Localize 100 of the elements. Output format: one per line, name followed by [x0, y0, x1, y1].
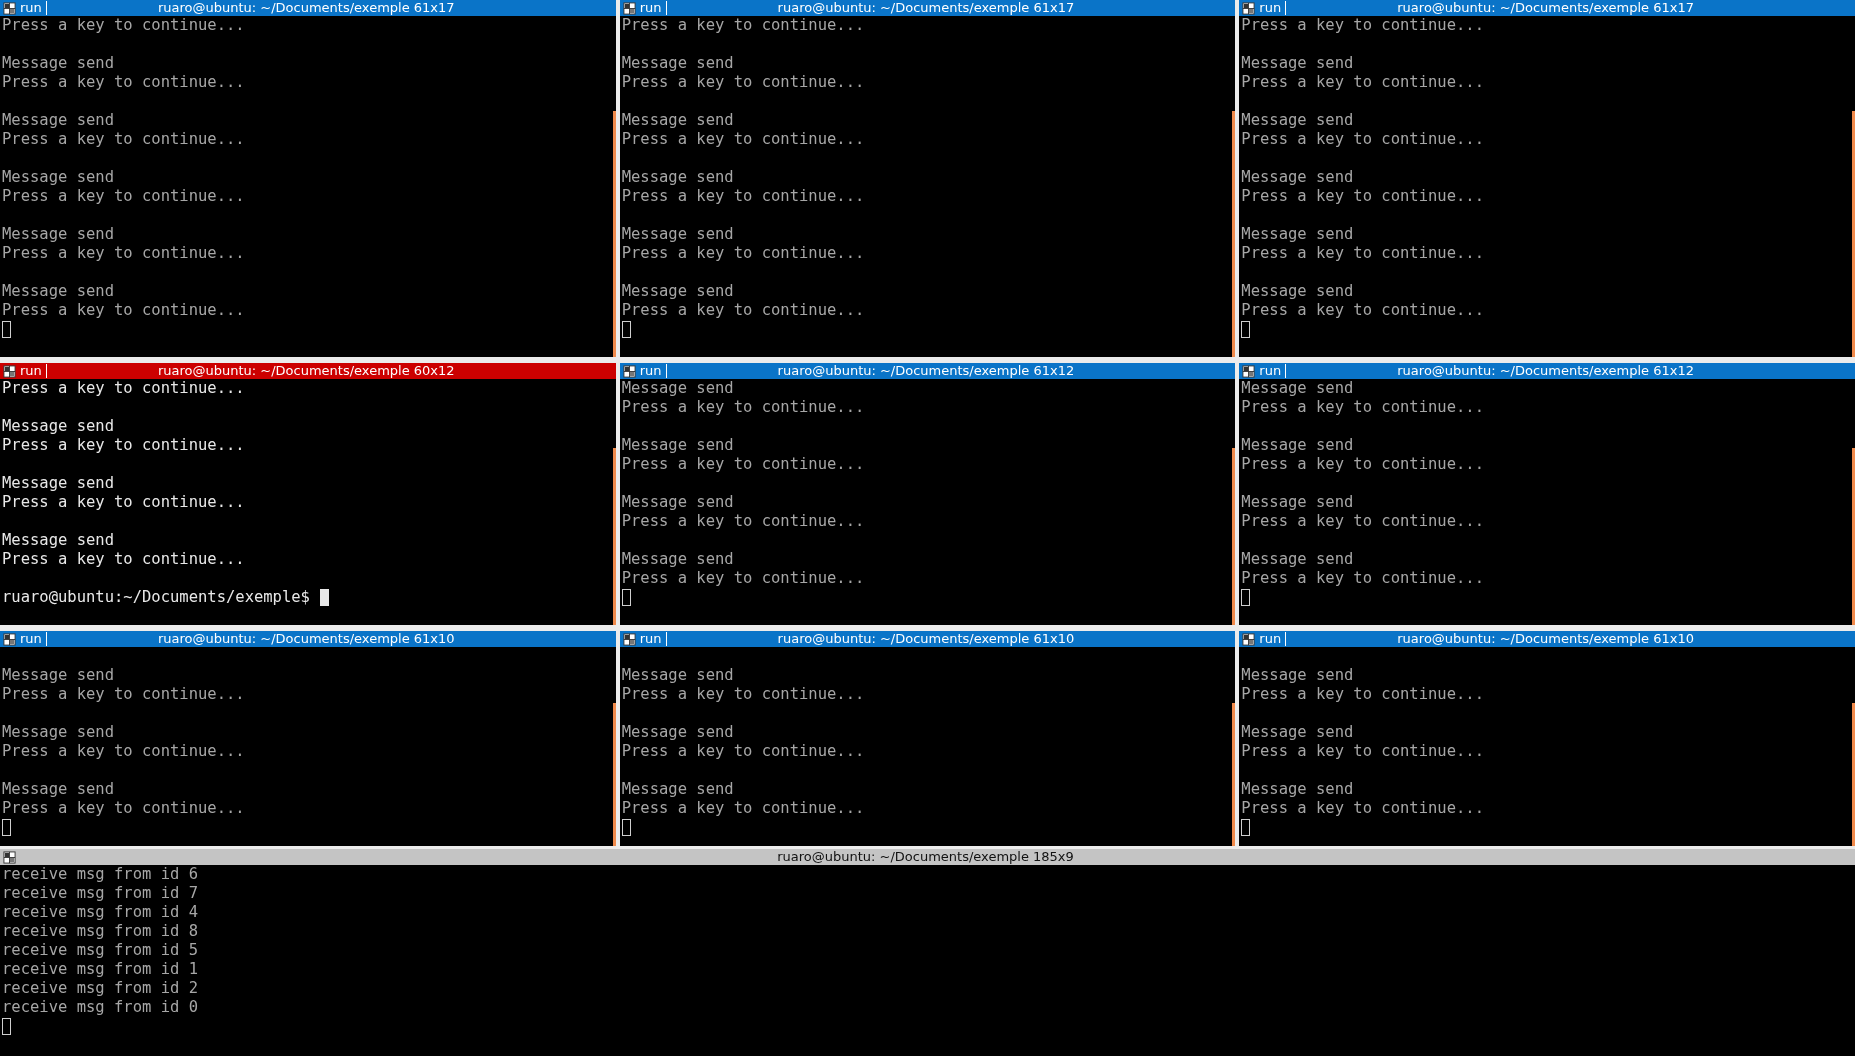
tab-label[interactable]: run — [1259, 1, 1287, 15]
terminal-line: Press a key to continue... — [2, 436, 245, 455]
terminal-line: Press a key to continue... — [1241, 244, 1484, 263]
terminal-line: Message send — [621, 225, 734, 244]
terminal-line: Press a key to continue... — [1241, 301, 1484, 320]
window-title: ruaro@ubuntu: ~/Documents/exemple 61x17 — [156, 0, 456, 16]
window-menu-icon[interactable] — [1242, 1, 1256, 15]
terminal-line: Press a key to continue... — [621, 187, 865, 206]
terminal-line: Press a key to continue... — [2, 16, 245, 35]
scrollbar-thumb[interactable] — [1232, 447, 1236, 625]
terminal-line: ruaro@ubuntu:~/Documents/exemple$ — [2, 588, 310, 607]
terminal-line: Message send — [621, 550, 734, 569]
terminal-line: Message send — [2, 531, 114, 550]
tab-label[interactable]: run — [20, 632, 47, 646]
terminal-line: Message send — [1241, 493, 1354, 512]
scrollbar-thumb[interactable] — [1852, 447, 1855, 625]
terminal-line: Message send — [621, 111, 734, 130]
terminal-line: Press a key to continue... — [621, 455, 865, 474]
terminal-line: Message send — [621, 493, 734, 512]
terminal-line: Press a key to continue... — [2, 187, 245, 206]
scrollbar-thumb[interactable] — [1232, 111, 1236, 357]
scrollbar-thumb[interactable] — [612, 111, 616, 357]
window-menu-icon[interactable] — [3, 850, 16, 864]
window-menu-icon[interactable] — [3, 632, 16, 646]
scrollbar-thumb[interactable] — [612, 702, 616, 846]
terminal-line: receive msg from id 6 — [2, 865, 198, 884]
window-menu-icon[interactable] — [622, 632, 636, 646]
terminal-line: Press a key to continue... — [2, 685, 245, 704]
terminal-line: Message send — [621, 168, 734, 187]
terminal-line: Message send — [2, 282, 114, 301]
window-menu-icon[interactable] — [622, 1, 636, 15]
terminal-line: Press a key to continue... — [1241, 512, 1484, 531]
terminal-line: Press a key to continue... — [621, 685, 865, 704]
terminal-line: Press a key to continue... — [2, 73, 245, 92]
terminal-line: receive msg from id 0 — [2, 998, 198, 1017]
scrollbar-thumb[interactable] — [1232, 702, 1236, 846]
tab-label[interactable]: run — [20, 364, 47, 378]
terminal-line: Message send — [1241, 225, 1354, 244]
terminal-line: Message send — [1241, 168, 1354, 187]
terminal-line: Press a key to continue... — [621, 16, 865, 35]
terminal-line: Press a key to continue... — [2, 742, 245, 761]
terminal-line: Message send — [1241, 436, 1354, 455]
terminal-line: receive msg from id 1 — [2, 960, 198, 979]
terminal-line: Message send — [1241, 54, 1354, 73]
terminal-line: Message send — [621, 666, 734, 685]
terminal-line: Message send — [2, 780, 114, 799]
terminal-line: Press a key to continue... — [2, 550, 245, 569]
terminal-line: Message send — [2, 54, 114, 73]
terminal-line: Press a key to continue... — [621, 244, 865, 263]
window-title: ruaro@ubuntu: ~/Documents/exemple 61x17 — [776, 0, 1076, 16]
terminal-line: Message send — [1241, 550, 1354, 569]
window-title: ruaro@ubuntu: ~/Documents/exemple 61x10 — [1396, 631, 1695, 647]
window-title: ruaro@ubuntu: ~/Documents/exemple 61x12 — [1396, 363, 1695, 379]
window-menu-icon[interactable] — [622, 364, 636, 378]
window-menu-icon[interactable] — [1242, 632, 1256, 646]
tab-label[interactable]: run — [639, 1, 667, 15]
window-menu-icon[interactable] — [3, 364, 16, 378]
terminal-line: Message send — [2, 723, 114, 742]
terminal-line: Press a key to continue... — [621, 398, 865, 417]
terminal-line: Message send — [2, 417, 114, 436]
terminal-line: Press a key to continue... — [621, 512, 865, 531]
tab-label[interactable]: run — [639, 364, 667, 378]
terminal-line: receive msg from id 4 — [2, 903, 198, 922]
terminal-line: receive msg from id 8 — [2, 922, 198, 941]
terminal-line: Press a key to continue... — [2, 244, 245, 263]
terminal-line: Press a key to continue... — [621, 130, 865, 149]
terminal-line: Press a key to continue... — [621, 301, 865, 320]
tab-label[interactable]: run — [20, 1, 47, 15]
terminal-line: Press a key to continue... — [1241, 73, 1484, 92]
window-title: ruaro@ubuntu: ~/Documents/exemple 185x9 — [776, 849, 1075, 865]
terminal-line: Message send — [621, 436, 734, 455]
terminal-line: Message send — [1241, 379, 1354, 398]
terminal-line: Message send — [1241, 666, 1354, 685]
scrollbar-thumb[interactable] — [1852, 111, 1855, 357]
terminal-line: Press a key to continue... — [1241, 685, 1484, 704]
terminal-line: Message send — [621, 54, 734, 73]
terminal-line: Message send — [621, 723, 734, 742]
terminal-line: receive msg from id 7 — [2, 884, 198, 903]
scrollbar-thumb[interactable] — [1852, 702, 1855, 846]
window-menu-icon[interactable] — [1242, 364, 1256, 378]
terminal-line: Press a key to continue... — [621, 73, 865, 92]
tab-label[interactable]: run — [1259, 632, 1287, 646]
terminal-line: Press a key to continue... — [621, 742, 865, 761]
terminal-line: Message send — [621, 379, 734, 398]
terminal-line: Message send — [621, 282, 734, 301]
terminal-line: Press a key to continue... — [2, 799, 245, 818]
scrollbar-thumb[interactable] — [612, 447, 616, 625]
terminal-line: Press a key to continue... — [1241, 742, 1484, 761]
terminal-line: Message send — [621, 780, 734, 799]
terminal-line: Message send — [2, 666, 114, 685]
terminal-line: Press a key to continue... — [1241, 398, 1484, 417]
terminal-line: Message send — [2, 111, 114, 130]
tab-label[interactable]: run — [1259, 364, 1287, 378]
terminal-line: Press a key to continue... — [1241, 16, 1484, 35]
window-title: ruaro@ubuntu: ~/Documents/exemple 61x10 — [156, 631, 456, 647]
window-title: ruaro@ubuntu: ~/Documents/exemple 61x17 — [1396, 0, 1695, 16]
window-menu-icon[interactable] — [3, 1, 16, 15]
tab-label[interactable]: run — [639, 632, 667, 646]
terminal-line: Press a key to continue... — [1241, 799, 1484, 818]
window-title: ruaro@ubuntu: ~/Documents/exemple 60x12 — [156, 363, 456, 379]
